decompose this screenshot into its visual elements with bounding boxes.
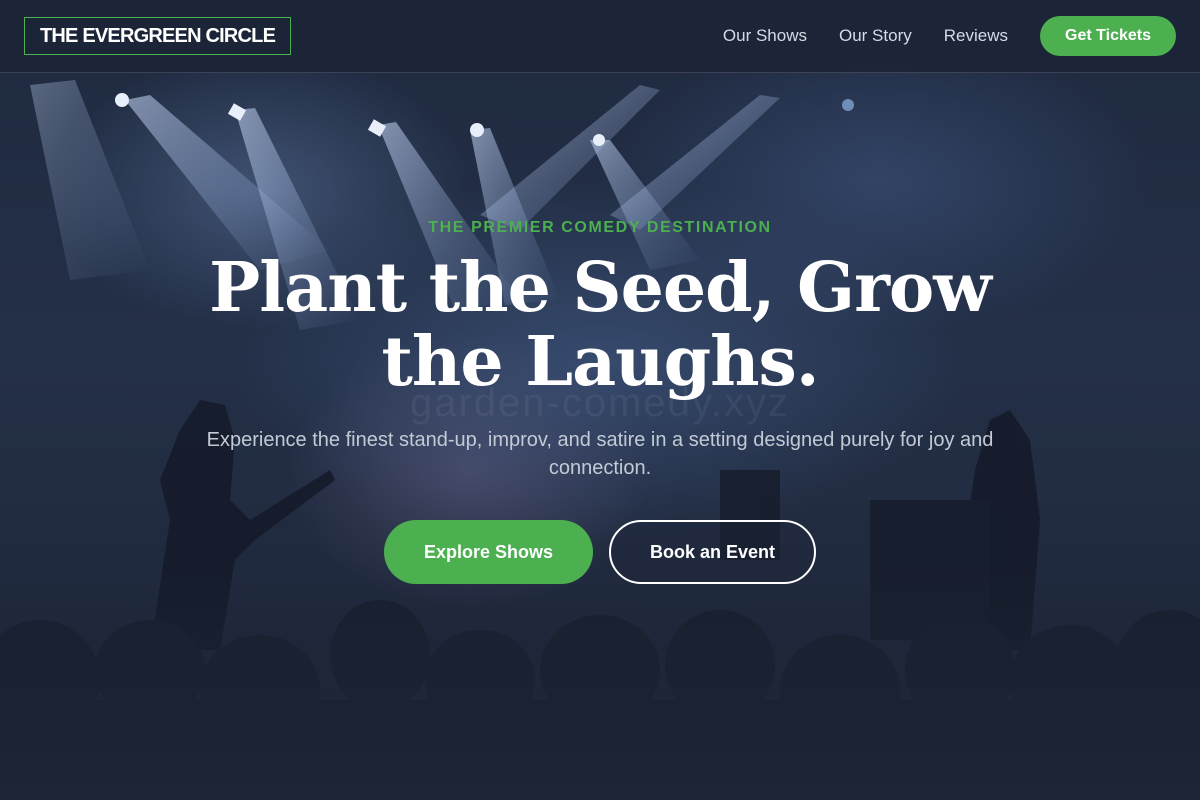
nav-link-reviews[interactable]: Reviews (944, 26, 1008, 46)
hero-section: THE PREMIER COMEDY DESTINATION garden-co… (0, 73, 1200, 800)
hero-eyebrow: THE PREMIER COMEDY DESTINATION (428, 219, 772, 236)
explore-shows-button[interactable]: Explore Shows (384, 520, 593, 584)
site-logo[interactable]: THE EVERGREEN CIRCLE (24, 17, 292, 55)
nav-link-our-shows[interactable]: Our Shows (723, 26, 807, 46)
site-header: THE EVERGREEN CIRCLE Our Shows Our Story… (0, 0, 1200, 73)
hero-subtitle: Experience the finest stand-up, improv, … (206, 429, 994, 479)
hero-headline: Plant the Seed, Grow the Laughs. (209, 248, 992, 402)
hero-cta-row: Explore Shows Book an Event (0, 520, 1200, 584)
main-nav: Our Shows Our Story Reviews Get Tickets (723, 16, 1176, 56)
book-an-event-button[interactable]: Book an Event (609, 520, 816, 584)
get-tickets-button[interactable]: Get Tickets (1040, 16, 1176, 56)
nav-link-our-story[interactable]: Our Story (839, 26, 912, 46)
